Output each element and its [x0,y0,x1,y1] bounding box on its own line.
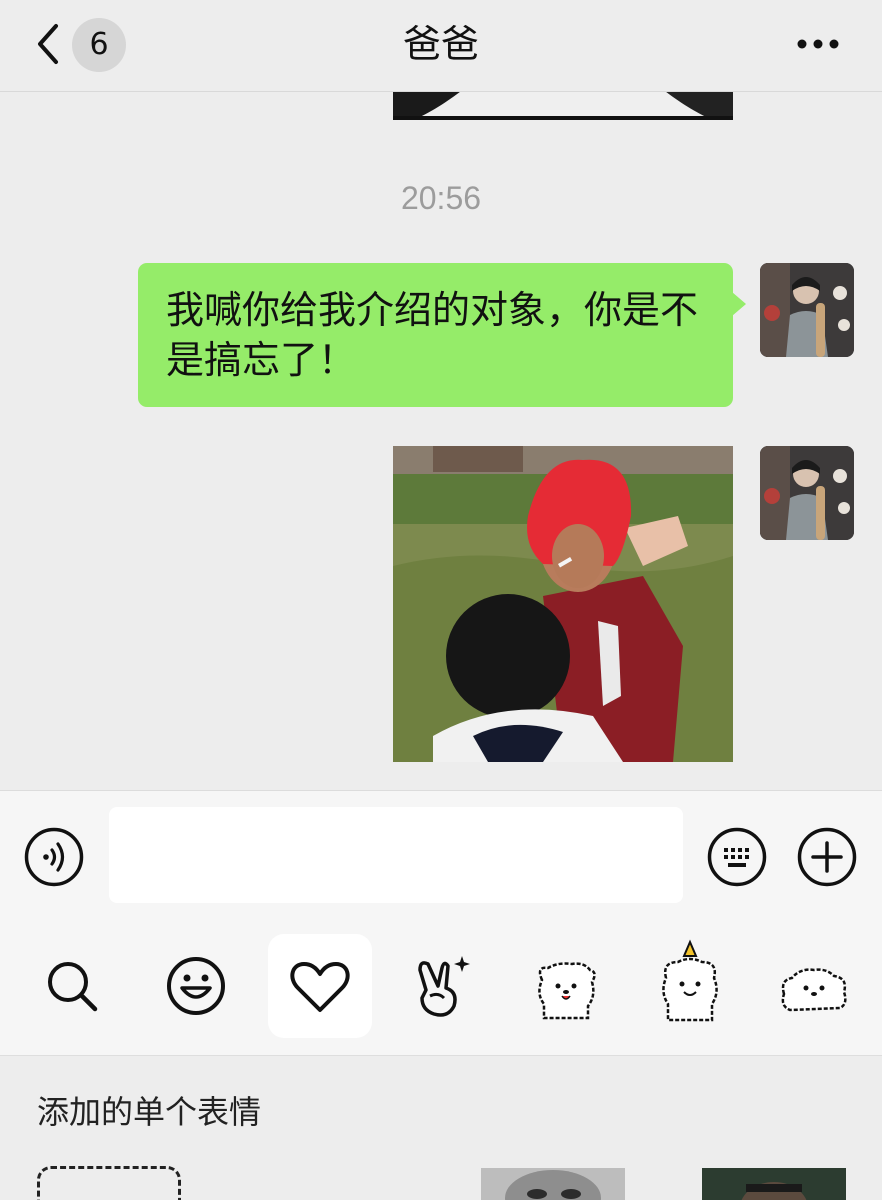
my-avatar[interactable] [760,446,854,540]
keyboard-icon [707,827,767,887]
tab-emoji-default[interactable] [144,934,248,1038]
message-list[interactable]: 20:56 我喊你给我介绍的对象，你是不是搞忘了！ [0,92,882,790]
saved-sticker-image [481,1168,625,1200]
tab-emoji-favorites[interactable] [268,934,372,1038]
plus-icon [797,827,857,887]
victory-hand-icon [418,956,470,1017]
tab-sticker-pack-2[interactable] [638,934,742,1038]
dog-sticker-pack-icon [538,962,596,1020]
my-avatar[interactable] [760,263,854,357]
bubble-tail [732,292,746,316]
message-text-input[interactable] [109,807,683,903]
navigation-bar: 6 爸爸 [0,0,882,92]
smiley-icon [167,957,225,1015]
keyboard-button[interactable] [707,827,767,887]
saved-sticker-image [702,1168,846,1200]
emoji-tab-bar [0,918,882,1056]
add-sticker-button[interactable] [37,1166,181,1200]
previous-sticker-image[interactable] [393,92,733,120]
more-functions-button[interactable] [797,827,857,887]
sent-message-bubble[interactable]: 我喊你给我介绍的对象，你是不是搞忘了！ [138,263,733,407]
voice-button[interactable] [24,827,84,887]
sticker-message-image[interactable] [393,446,733,762]
dog-lying-sticker-pack-icon [781,968,847,1012]
heart-icon [290,962,350,1012]
section-title: 添加的单个表情 [37,1093,262,1131]
saved-sticker-2[interactable] [702,1168,846,1200]
emoji-panel: 添加的单个表情 [0,1056,882,1200]
voice-icon [24,827,84,887]
meme-sticker-image [393,446,733,762]
chat-title: 爸爸 [402,22,479,66]
dog-party-sticker-pack-icon [662,939,718,1022]
avatar-image [760,263,854,357]
avatar-image [760,446,854,540]
saved-sticker-1[interactable] [481,1168,625,1200]
more-button[interactable] [794,26,842,62]
tab-sticker-pack-1[interactable] [514,934,618,1038]
tab-sticker-pack-3[interactable] [762,934,866,1038]
wechat-chat-screen: 6 爸爸 20:56 我喊你给我介绍的对象，你是不是搞忘了！ 添加的单个表情 [0,0,882,1200]
more-dots-icon [797,39,839,49]
message-input-bar [0,790,882,918]
tab-emoji-gestures[interactable] [392,934,496,1038]
message-timestamp: 20:56 [400,180,482,216]
search-icon [48,962,98,1012]
tab-emoji-search[interactable] [20,934,124,1038]
